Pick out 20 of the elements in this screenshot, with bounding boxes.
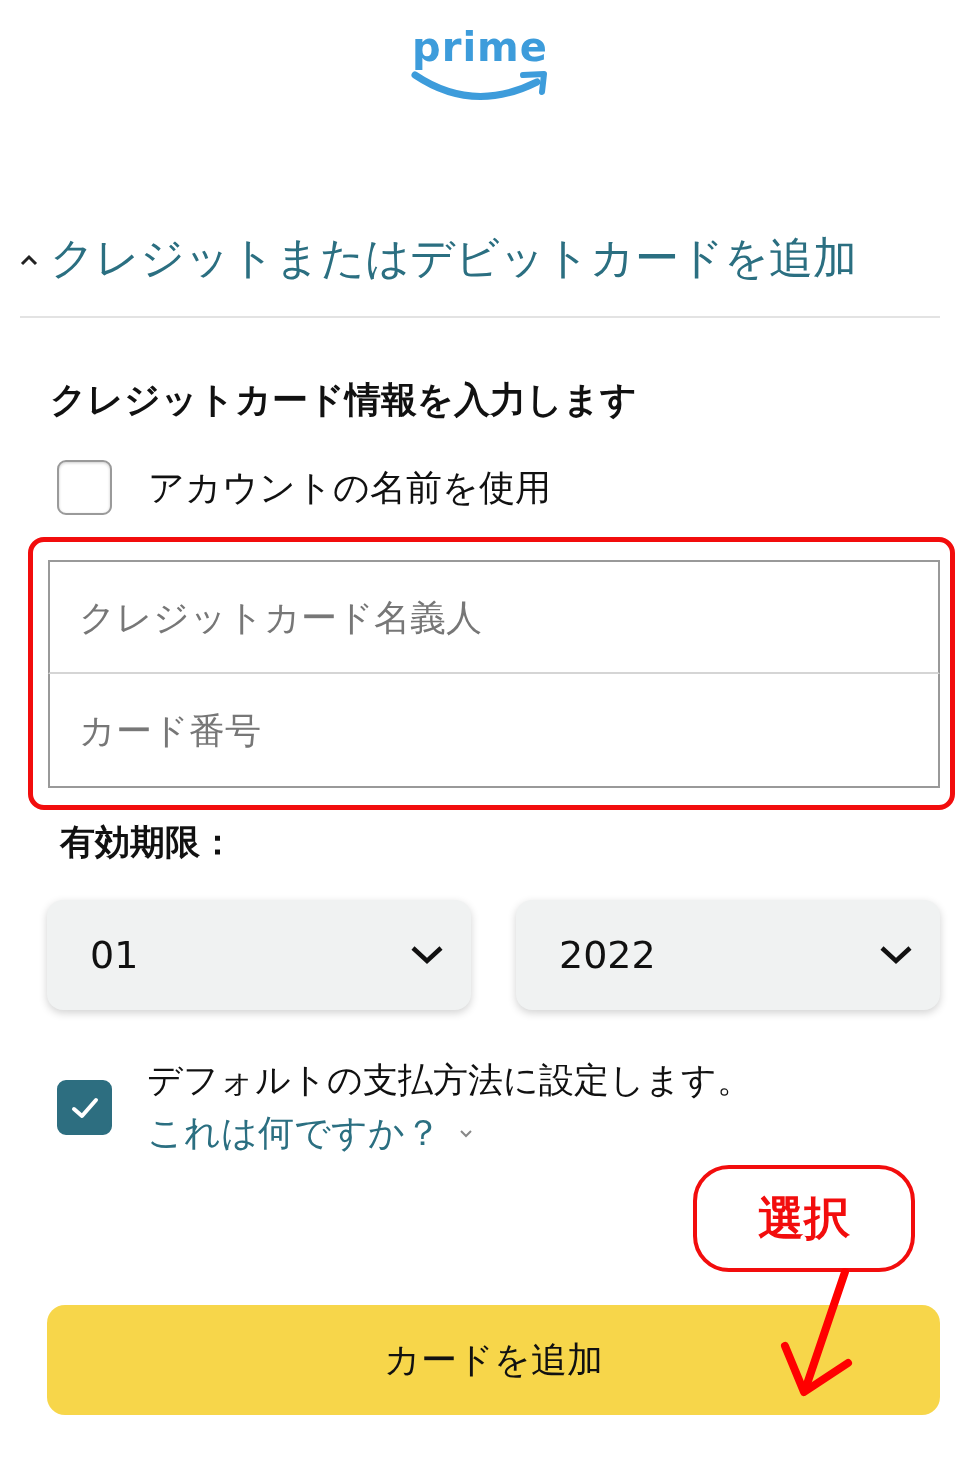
input-field[interactable]: カード番号 [48, 674, 940, 788]
section-title[interactable]: クレジットまたはデビットカードを追加 [50, 230, 857, 286]
add-card-button[interactable]: カードを追加 [47, 1305, 940, 1415]
input-field[interactable]: クレジットカード名義人 [48, 560, 940, 674]
chevron-down-icon [879, 945, 913, 965]
dropdown-select[interactable]: 2022 [516, 900, 940, 1010]
checkbox-label: アカウントの名前を使用 [148, 465, 551, 510]
checkmark-icon [70, 1096, 99, 1119]
form-heading: クレジットカード情報を入力します [49, 378, 638, 422]
help-link[interactable]: これは何ですか？ [147, 1108, 473, 1158]
dropdown-select[interactable]: 01 [47, 900, 471, 1010]
callout-label: 選択 [693, 1165, 915, 1272]
expiry-label: 有効期限： [58, 822, 236, 862]
chevron-down-icon [459, 1128, 473, 1138]
checkbox[interactable] [57, 1080, 112, 1135]
chevron-down-icon [410, 945, 444, 965]
caret-up-icon[interactable] [20, 254, 38, 266]
checkbox[interactable] [57, 460, 112, 515]
logo-text: prime [412, 24, 548, 70]
checkbox-label: デフォルトの支払方法に設定します。 [147, 1059, 752, 1102]
